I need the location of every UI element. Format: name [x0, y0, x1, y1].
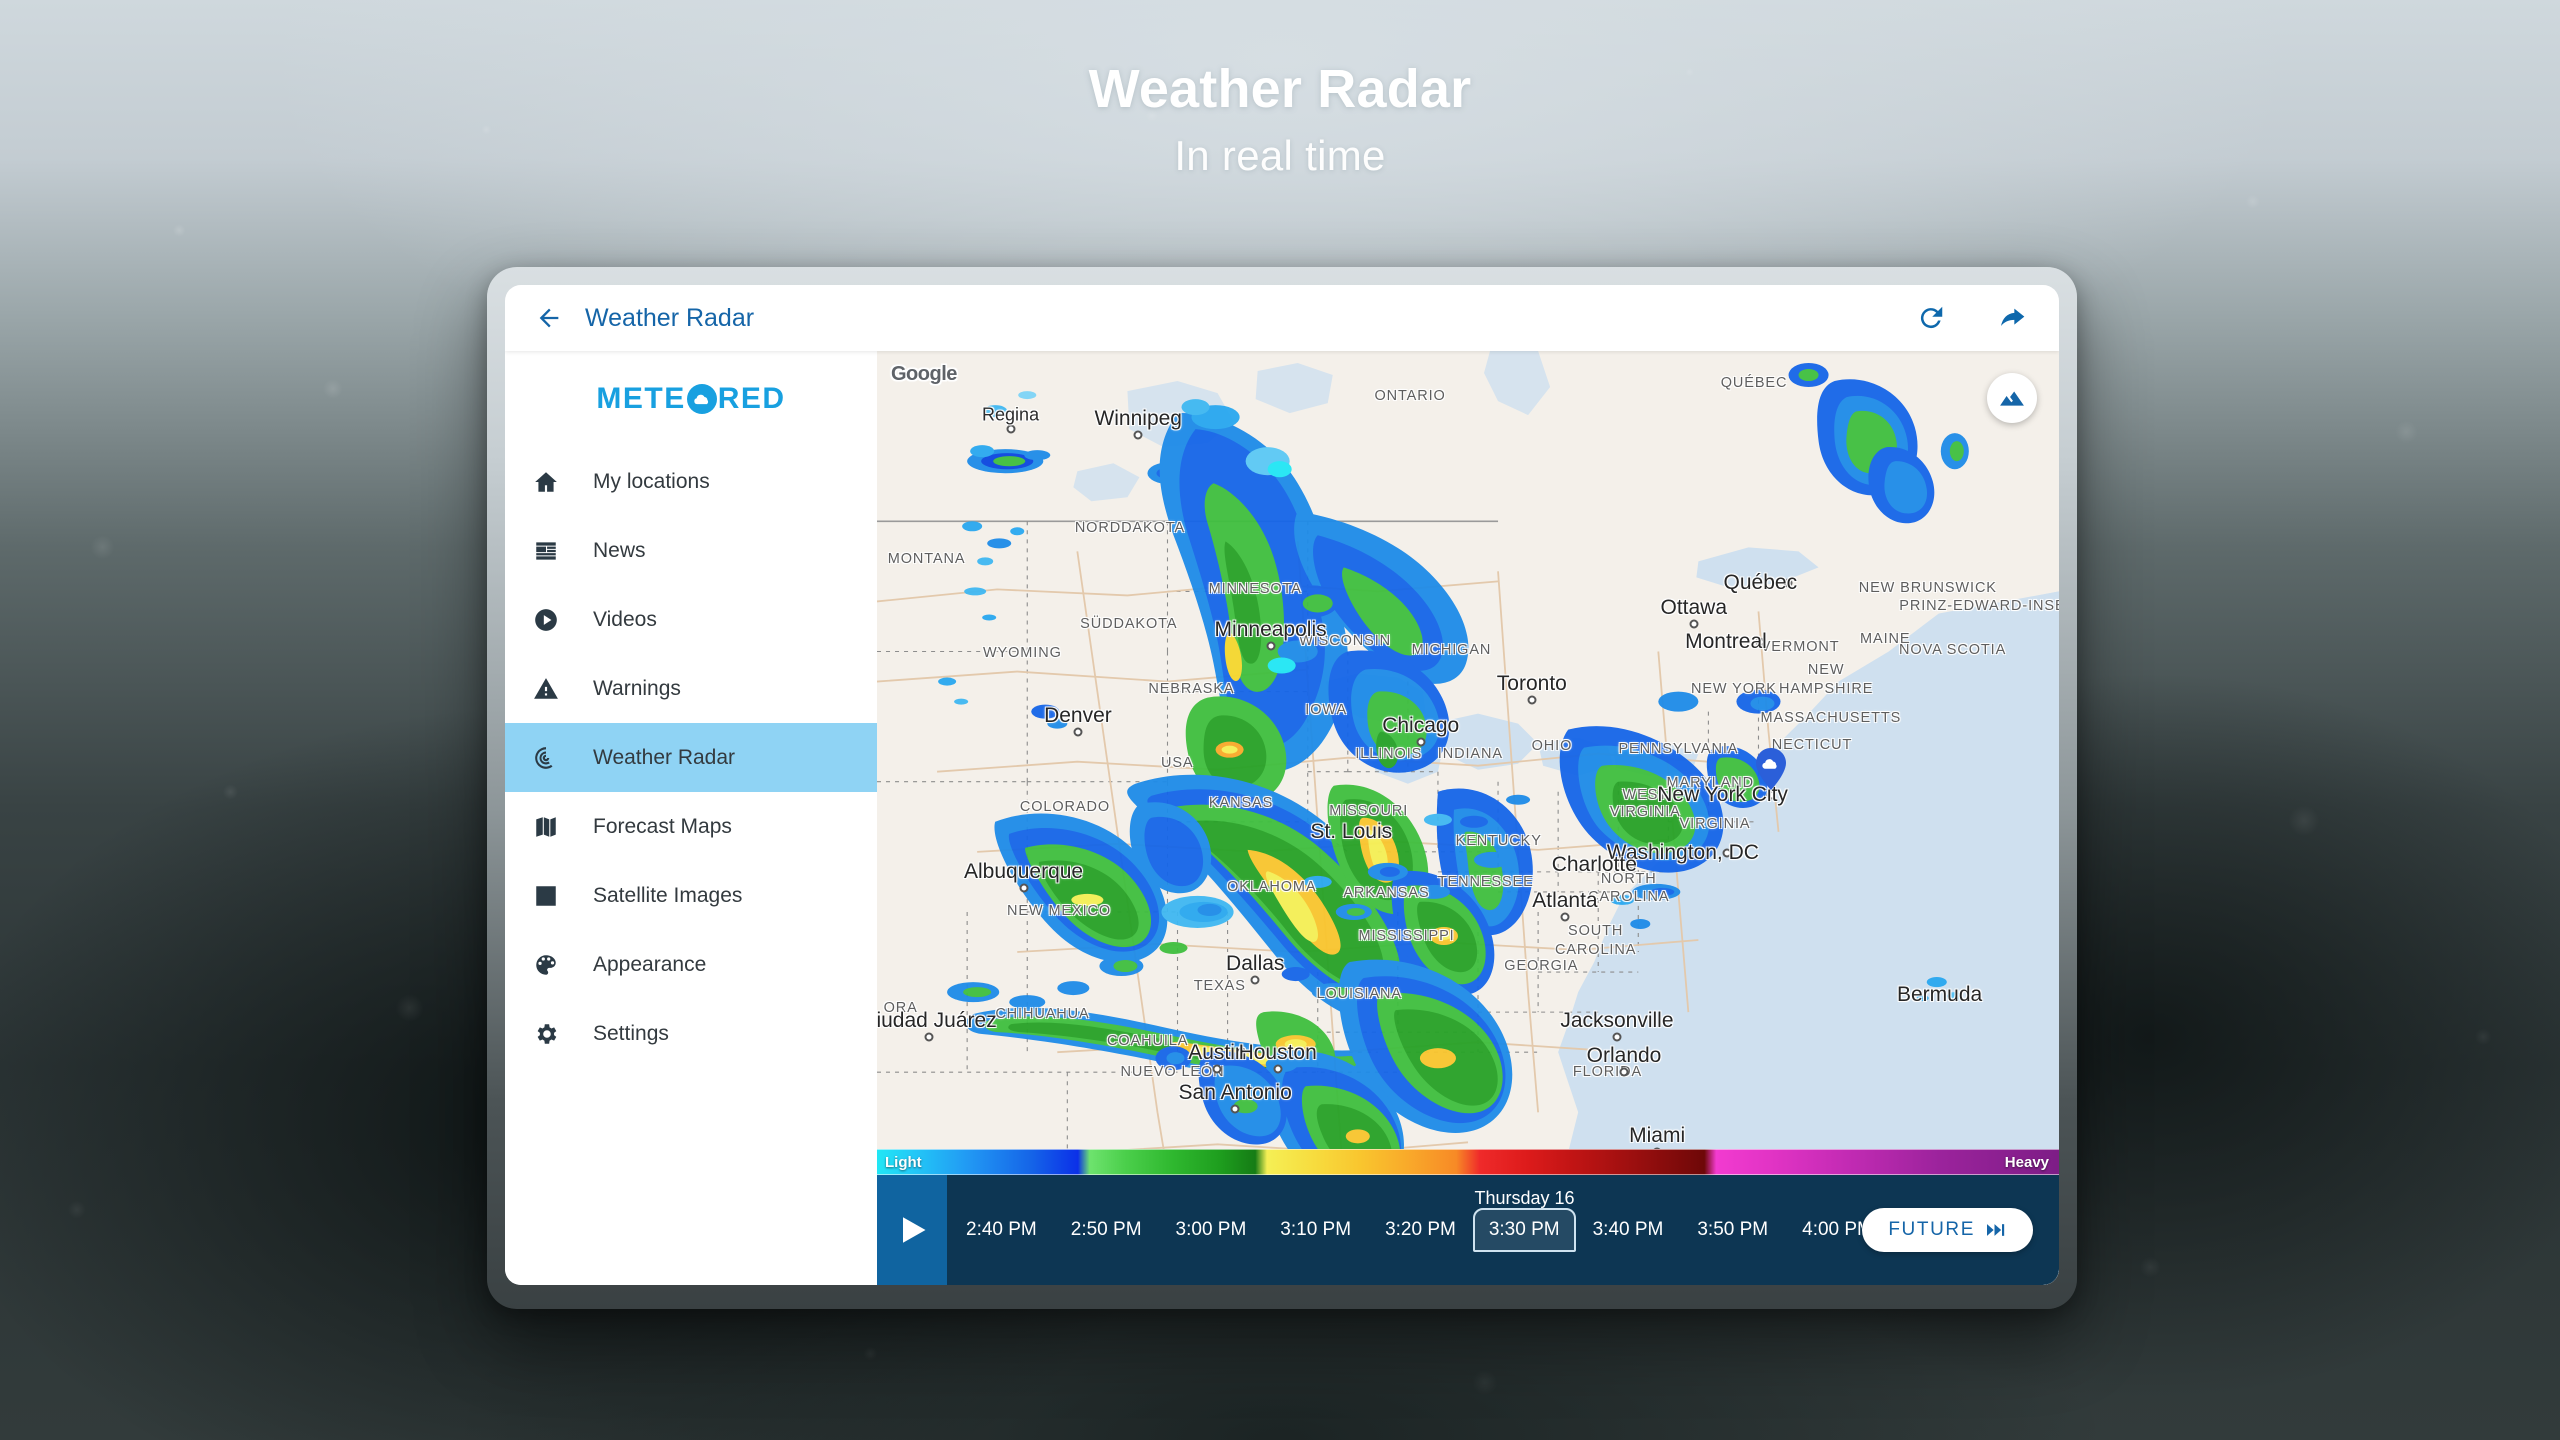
- time-tick[interactable]: 4:00 PM: [1785, 1219, 1862, 1241]
- map-city-dot: [1230, 1104, 1240, 1114]
- app-body: METE RED My locations News Videos Warnings We…: [505, 351, 2059, 1285]
- map-city-dot: [1755, 637, 1765, 647]
- sidebar-item-label: Appearance: [593, 952, 707, 976]
- map-pin-icon: [1755, 747, 1786, 790]
- radar-map[interactable]: Google ONTARIO QUÉBEC NORDDAKOTA MONTANA SÜD…: [877, 351, 2059, 1285]
- sidebar-navigation: METE RED My locations News Videos Warnings We…: [505, 351, 877, 1285]
- map-city-dot: [1560, 912, 1570, 922]
- map-city-dot: [1627, 860, 1637, 870]
- time-tick[interactable]: 3:40 PM: [1576, 1219, 1681, 1241]
- play-icon: [903, 1217, 926, 1243]
- logo-text-before: METE: [596, 382, 686, 415]
- sidebar-item-label: Settings: [593, 1021, 669, 1045]
- time-tick[interactable]: 2:40 PM: [949, 1219, 1054, 1241]
- sidebar-item-label: Warnings: [593, 676, 681, 700]
- palette-icon: [533, 952, 573, 978]
- legend-heavy-label: Heavy: [2004, 1153, 2049, 1171]
- warning-icon: [533, 676, 573, 702]
- map-icon: [533, 814, 573, 840]
- map-city-dot: [1783, 578, 1793, 588]
- future-label: FUTURE: [1888, 1219, 1975, 1240]
- precipitation-legend: Light Heavy: [877, 1149, 2059, 1175]
- google-attribution: Google: [891, 363, 957, 385]
- map-city-dot: [1689, 619, 1699, 629]
- refresh-icon: [1920, 306, 1943, 329]
- play-button[interactable]: [877, 1175, 947, 1285]
- map-city-dot: [1266, 641, 1276, 651]
- map-city-dot: [1212, 1064, 1222, 1074]
- sidebar-item-label: Forecast Maps: [593, 814, 732, 838]
- home-icon: [533, 469, 573, 495]
- back-button[interactable]: [527, 296, 571, 340]
- logo-text-after: RED: [717, 382, 786, 415]
- page-title: Weather Radar: [1088, 59, 1472, 119]
- time-ticks[interactable]: 2:30 PM2:40 PM2:50 PM3:00 PM3:10 PM3:20 …: [947, 1175, 1862, 1285]
- time-tick[interactable]: 3:20 PM: [1368, 1219, 1473, 1241]
- radar-icon: [533, 745, 573, 771]
- map-city-dot: [1019, 883, 1029, 893]
- sidebar-item-satellite-images[interactable]: Satellite Images: [505, 861, 877, 930]
- sidebar-item-label: Weather Radar: [593, 745, 736, 769]
- terrain-mountain-icon: [2000, 391, 2024, 406]
- app-title: Weather Radar: [585, 303, 755, 332]
- meteored-logo: METE RED: [505, 351, 877, 447]
- legend-light-label: Light: [885, 1153, 922, 1171]
- map-city-dot: [1133, 430, 1143, 440]
- future-button[interactable]: FUTURE: [1862, 1208, 2033, 1252]
- day-label: Thursday 16: [1474, 1188, 1575, 1208]
- share-icon: [2001, 308, 2025, 326]
- map-graphics: [877, 351, 2059, 1278]
- location-marker-pin[interactable]: [1755, 747, 1786, 795]
- time-tick[interactable]: 3:50 PM: [1680, 1219, 1785, 1241]
- logo-text: METE RED: [596, 382, 785, 416]
- app-top-bar: Weather Radar: [505, 285, 2059, 351]
- play-circle-icon: [533, 607, 573, 633]
- sidebar-item-label: Satellite Images: [593, 883, 743, 907]
- sidebar-item-label: My locations: [593, 469, 710, 493]
- map-city-dot: [1527, 695, 1537, 705]
- gear-icon: [533, 1021, 573, 1047]
- news-icon: [533, 538, 573, 564]
- map-city-dot: [1416, 737, 1426, 747]
- timeline-bar: 2:30 PM2:40 PM2:50 PM3:00 PM3:10 PM3:20 …: [877, 1175, 2059, 1285]
- map-city-dot: [1006, 424, 1016, 434]
- map-city-dot: [1273, 1064, 1283, 1074]
- sidebar-item-news[interactable]: News: [505, 516, 877, 585]
- time-tick[interactable]: 2:50 PM: [1054, 1219, 1159, 1241]
- map-layers-button[interactable]: [1987, 373, 2037, 423]
- tablet-device-frame: Weather Radar METE RED My locations News: [487, 267, 2077, 1309]
- map-city-dot: [1380, 827, 1390, 837]
- logo-cloud-icon: [686, 384, 717, 414]
- arrow-left-icon: [539, 308, 559, 328]
- map-city-dot: [1073, 727, 1083, 737]
- app-screen: Weather Radar METE RED My locations News: [505, 285, 2059, 1285]
- sidebar-item-my-locations[interactable]: My locations: [505, 447, 877, 516]
- sidebar-items: My locations News Videos Warnings Weather Ra…: [505, 447, 877, 1068]
- sidebar-item-forecast-maps[interactable]: Forecast Maps: [505, 792, 877, 861]
- time-tick[interactable]: 3:00 PM: [1159, 1219, 1264, 1241]
- sidebar-item-weather-radar[interactable]: Weather Radar: [505, 723, 877, 792]
- sidebar-item-videos[interactable]: Videos: [505, 585, 877, 654]
- refresh-button[interactable]: [1911, 298, 1951, 338]
- image-icon: [533, 883, 573, 909]
- sidebar-item-settings[interactable]: Settings: [505, 999, 877, 1068]
- map-city-dot: [1619, 1067, 1629, 1077]
- fast-forward-icon: [1987, 1224, 2005, 1236]
- share-button[interactable]: [1993, 298, 2033, 338]
- sidebar-item-warnings[interactable]: Warnings: [505, 654, 877, 723]
- hero-banner: Weather Radar In real time: [0, 58, 2560, 180]
- map-city-dot: [1722, 848, 1732, 858]
- sidebar-item-appearance[interactable]: Appearance: [505, 930, 877, 999]
- time-tick[interactable]: 3:10 PM: [1263, 1219, 1368, 1241]
- time-tick-selected[interactable]: 3:30 PM: [1472, 1208, 1576, 1252]
- sidebar-item-label: News: [593, 538, 646, 562]
- map-city-dot: [1250, 975, 1260, 985]
- map-city-dot: [924, 1032, 934, 1042]
- map-city-dot: [1612, 1032, 1622, 1042]
- top-bar-actions: [1911, 298, 2033, 338]
- page-subtitle: In real time: [1174, 132, 1386, 179]
- sidebar-item-label: Videos: [593, 607, 657, 631]
